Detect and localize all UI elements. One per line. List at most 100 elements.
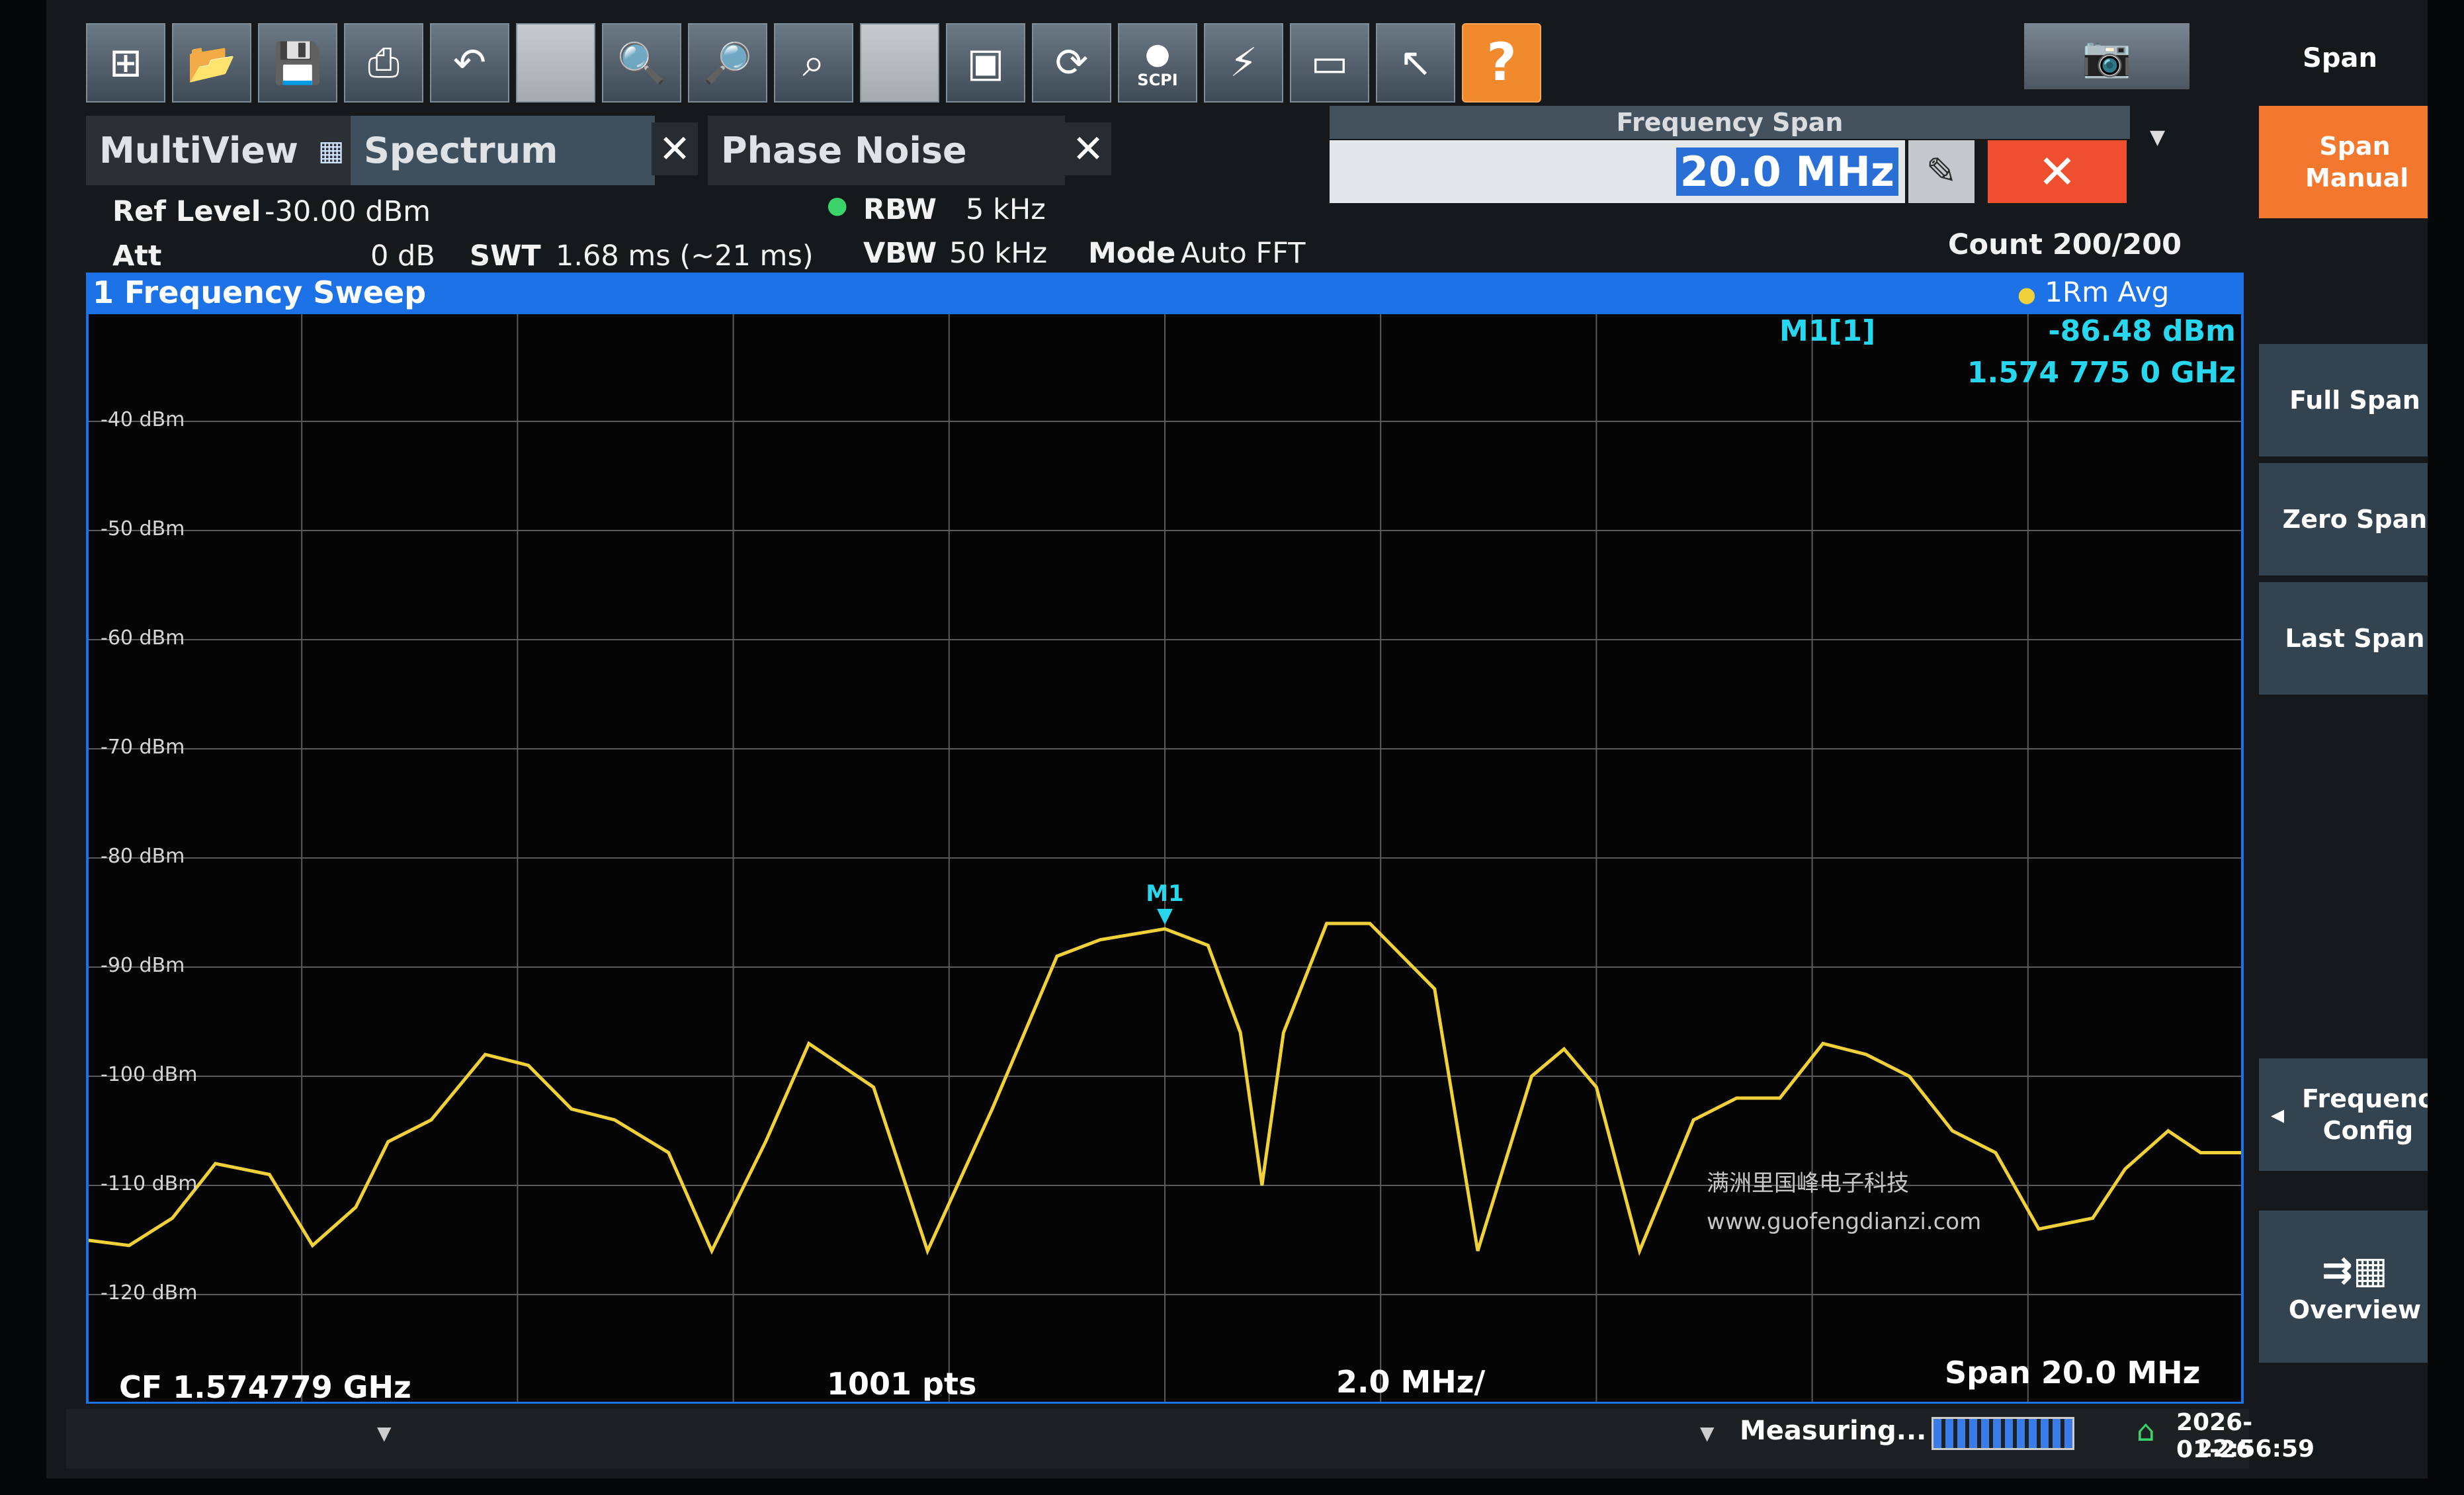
- trace-label: ● 1Rm Avg: [2018, 273, 2169, 312]
- ref-level-value: -30.00 dBm: [265, 195, 431, 228]
- rbw-value: 5 kHz: [966, 193, 1046, 226]
- analyzer-screen: ⊞ 📂 💾 ⎙ ↶ 🔍 🔎 ⌕ ▣ ⟳ ● SCPI ⚡ ▭ ↖ ? 📷 Mult…: [46, 0, 2428, 1478]
- frequency-span-input[interactable]: 20.0 MHz: [1330, 140, 1905, 203]
- tab-multiview[interactable]: MultiView ▦: [86, 116, 387, 185]
- tab-spectrum-label: Spectrum: [364, 130, 558, 171]
- progress-bar: [1932, 1417, 2074, 1450]
- marker-tag: M1: [1146, 880, 1184, 907]
- y-tick-label: -120 dBm: [101, 1281, 198, 1304]
- trace-label-text: 1Rm Avg: [2045, 276, 2170, 308]
- frequency-config-label: Frequency Config: [2302, 1084, 2428, 1145]
- tab-multiview-label: MultiView: [99, 130, 298, 171]
- camera-icon[interactable]: 📷: [2024, 23, 2189, 89]
- sequencer-icon[interactable]: ⚡: [1204, 23, 1283, 103]
- last-span-label: Last Span: [2285, 624, 2425, 653]
- windows-icon[interactable]: ⊞: [86, 23, 165, 103]
- full-span-button[interactable]: Full Span: [2259, 344, 2428, 456]
- ref-level-value-text: -30.00 dBm: [265, 195, 431, 228]
- tab-phase-noise[interactable]: Phase Noise: [708, 116, 1065, 185]
- zero-span-button[interactable]: Zero Span: [2259, 463, 2428, 576]
- help-icon[interactable]: ?: [1462, 23, 1541, 103]
- mode-label: Mode: [1088, 237, 1176, 270]
- y-tick-label: -90 dBm: [101, 954, 185, 977]
- diagram-title: 1 Frequency Sweep: [93, 275, 427, 310]
- frequency-config-button[interactable]: ◂ Frequency Config: [2259, 1058, 2428, 1171]
- scpi-icon[interactable]: ● SCPI: [1118, 23, 1197, 103]
- tab-phase-noise-label: Phase Noise: [721, 130, 967, 171]
- open-folder-icon[interactable]: 📂: [172, 23, 251, 103]
- overview-button[interactable]: ⇉▦ Overview: [2259, 1211, 2428, 1363]
- print-icon[interactable]: ⎙: [344, 23, 423, 103]
- close-icon[interactable]: ✕: [1988, 140, 2127, 203]
- y-tick-label: -70 dBm: [101, 736, 185, 759]
- rbw-value-text: 5 kHz: [966, 193, 1046, 226]
- att-value: 0 dB: [370, 239, 435, 273]
- y-tick-label: -50 dBm: [101, 517, 185, 540]
- swt-value-text: 1.68 ms (~21 ms): [556, 239, 814, 273]
- time-label: 22:56:59: [2196, 1435, 2315, 1463]
- chevron-down-icon[interactable]: ▼: [2150, 126, 2165, 149]
- display-config-icon[interactable]: ▭: [1290, 23, 1369, 103]
- swt-label: SWT: [470, 239, 541, 273]
- span-manual-label: Span Manual: [2305, 132, 2409, 192]
- scpi-label: SCPI: [1137, 70, 1178, 89]
- save-icon[interactable]: 💾: [258, 23, 337, 103]
- span-per-division: 2.0 MHz/: [1336, 1364, 1486, 1400]
- full-span-label: Full Span: [2289, 386, 2420, 415]
- help-glyph: ?: [1486, 33, 1517, 93]
- refresh-icon[interactable]: ⟳: [1032, 23, 1111, 103]
- center-frequency: CF 1.574779 GHz: [119, 1369, 411, 1405]
- mode-value-text: Auto FFT: [1181, 237, 1306, 270]
- multi-zoom-icon[interactable]: 🔎: [688, 23, 767, 103]
- mode-value: Auto FFT: [1181, 237, 1305, 270]
- tab-spectrum-close-icon[interactable]: ✕: [652, 122, 698, 175]
- diagram-title-bar[interactable]: 1 Frequency Sweep: [86, 273, 2244, 312]
- tab-phase-noise-close-icon[interactable]: ✕: [1065, 122, 1111, 175]
- ref-level-label: Ref Level: [112, 195, 261, 228]
- marker-frequency: 1.574 775 0 GHz: [1967, 356, 2236, 390]
- overview-diagram-icon: ⇉▦: [2322, 1249, 2388, 1292]
- measuring-status: Measuring...: [1740, 1416, 1927, 1446]
- network-icon: ⌂: [2137, 1414, 2155, 1448]
- span-readout: Span 20.0 MHz: [1945, 1355, 2201, 1390]
- help-pointer-icon[interactable]: ↖: [1376, 23, 1455, 103]
- att-label: Att: [112, 239, 162, 273]
- watermark: 满洲里国峰电子科技 www.guofengdianzi.com: [1707, 1164, 1981, 1241]
- y-tick-label: -80 dBm: [101, 845, 185, 868]
- y-tick-label: -110 dBm: [101, 1172, 198, 1195]
- vbw-label: VBW: [863, 237, 937, 270]
- undo-icon[interactable]: ↶: [430, 23, 509, 103]
- softkey-title: Span: [2303, 43, 2377, 73]
- zoom-1-1-icon[interactable]: [860, 23, 939, 103]
- frequency-span-value: 20.0 MHz: [1676, 148, 1898, 196]
- marker-level: -86.48 dBm: [2048, 314, 2236, 348]
- swt-value: 1.68 ms (~21 ms): [556, 239, 814, 273]
- span-manual-button[interactable]: Span Manual: [2259, 106, 2428, 218]
- last-span-button[interactable]: Last Span: [2259, 582, 2428, 695]
- trace-dot-icon: ●: [2018, 282, 2036, 307]
- y-tick-label: -100 dBm: [101, 1063, 198, 1086]
- status-bar: ▼ ▼ Measuring... ⌂ 2026-01-26 22:56:59: [66, 1409, 2315, 1469]
- zoom-icon[interactable]: 🔍: [602, 23, 681, 103]
- watermark-line-2: www.guofengdianzi.com: [1707, 1209, 1982, 1235]
- y-tick-label: -40 dBm: [101, 408, 185, 431]
- blank-button[interactable]: [516, 23, 595, 103]
- y-tick-label: -60 dBm: [101, 626, 185, 650]
- frequency-span-title: Frequency Span: [1330, 106, 2130, 139]
- vbw-value-text: 50 kHz: [949, 237, 1048, 270]
- sweep-points: 1001 pts: [827, 1366, 977, 1402]
- rbw-status-dot: ●: [827, 192, 848, 219]
- tab-spectrum[interactable]: Spectrum: [351, 116, 655, 185]
- pencil-icon[interactable]: ✎: [1908, 140, 1975, 203]
- sweep-count: Count 200/200: [1948, 228, 2182, 261]
- multiview-icon: ▦: [318, 134, 345, 167]
- att-value-text: 0 dB: [370, 239, 435, 273]
- zoom-off-icon[interactable]: ⌕: [774, 23, 853, 103]
- chevron-down-icon[interactable]: ▼: [377, 1422, 392, 1444]
- fullscreen-icon[interactable]: ▣: [946, 23, 1025, 103]
- chevron-down-icon[interactable]: ▼: [1700, 1422, 1715, 1444]
- watermark-line-1: 满洲里国峰电子科技: [1707, 1170, 1909, 1197]
- vbw-value: 50 kHz: [949, 237, 1047, 270]
- overview-label: Overview: [2288, 1295, 2422, 1324]
- main-toolbar: ⊞ 📂 💾 ⎙ ↶ 🔍 🔎 ⌕ ▣ ⟳ ● SCPI ⚡ ▭ ↖ ?: [86, 23, 1541, 103]
